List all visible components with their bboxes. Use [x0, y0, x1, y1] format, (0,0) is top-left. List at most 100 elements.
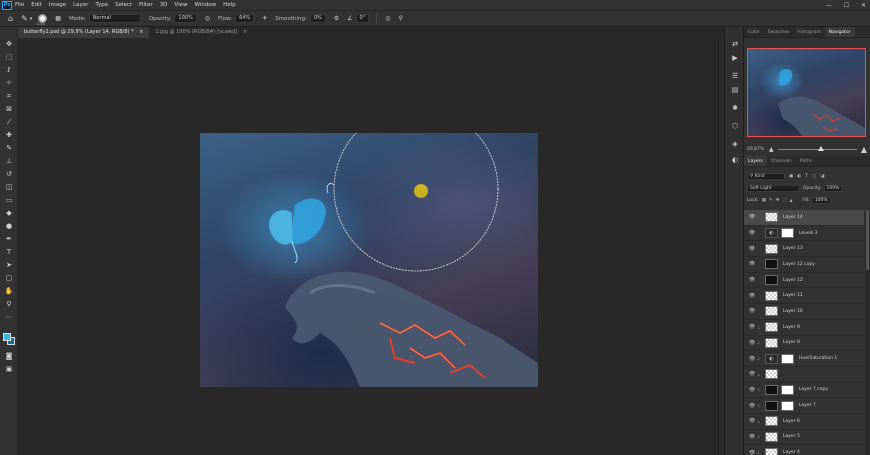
menu-layer[interactable]: Layer — [73, 2, 88, 8]
chevron-down-icon[interactable]: ▾ — [30, 16, 33, 22]
tab-swatches[interactable]: Swatches — [764, 27, 794, 37]
layer-row[interactable]: 👁︎ Layer 10 — [744, 304, 864, 320]
marquee-tool-icon[interactable]: ⬚ — [3, 52, 15, 62]
layer-opacity-input[interactable]: 100% — [823, 185, 843, 192]
layer-mask-thumbnail[interactable] — [781, 353, 794, 364]
menu-help[interactable]: Help — [223, 2, 236, 8]
visibility-eye-icon[interactable]: 👁︎ — [747, 308, 757, 314]
layer-mask-thumbnail[interactable] — [781, 384, 794, 395]
healing-brush-tool-icon[interactable]: ✚ — [3, 130, 15, 140]
layer-thumbnail[interactable] — [765, 337, 778, 348]
layers-scrollbar-thumb[interactable] — [866, 210, 869, 270]
layer-thumbnail[interactable] — [765, 243, 778, 254]
airbrush-icon[interactable]: ✈ — [262, 15, 267, 22]
layer-mask-thumbnail[interactable] — [781, 400, 794, 411]
visibility-eye-icon[interactable]: 👁︎ — [747, 340, 757, 346]
filter-type-icon[interactable]: T — [805, 174, 808, 179]
opacity-input[interactable]: 100% — [174, 14, 197, 23]
layer-row[interactable]: 👁︎ ↓ Layer 6 — [744, 414, 864, 430]
layer-row[interactable]: 👁︎ Layer 11 — [744, 288, 864, 305]
menu-type[interactable]: Type — [95, 2, 108, 8]
layer-name[interactable]: Layer 14 — [783, 215, 803, 220]
cube-icon[interactable]: ⬡ — [730, 121, 740, 131]
layer-thumbnail[interactable] — [765, 384, 778, 395]
layer-name[interactable]: Layer 12 — [783, 278, 803, 283]
pen-tool-icon[interactable]: ✒ — [3, 234, 15, 244]
layer-row[interactable]: 👁︎ ↓ Layer 8 — [744, 336, 864, 352]
visibility-eye-icon[interactable]: 👁︎ — [747, 214, 757, 220]
close-button[interactable]: ✕ — [861, 2, 866, 9]
visibility-eye-icon[interactable]: 👁︎ — [747, 387, 757, 393]
layer-row[interactable]: 👁︎ ↓ Layer 7 — [744, 398, 864, 414]
maximize-button[interactable]: ☐ — [844, 2, 849, 9]
menu-view[interactable]: View — [174, 2, 187, 8]
menu-edit[interactable]: Edit — [31, 2, 42, 8]
lock-transparent-icon[interactable]: ▦ — [762, 198, 766, 203]
visibility-eye-icon[interactable]: 👁︎ — [747, 356, 757, 362]
layer-thumbnail[interactable] — [765, 431, 778, 442]
layer-row[interactable]: 👁︎ ↓ Layer 7 copy — [744, 383, 864, 399]
pressure-size-icon[interactable]: ◎ — [385, 15, 390, 22]
filter-smart-icon[interactable]: ◪ — [820, 174, 824, 179]
layer-name[interactable]: Hue/Saturation 1 — [799, 356, 837, 361]
filter-pixel-icon[interactable]: ▣ — [789, 174, 793, 179]
more-tools-icon[interactable]: ⋯ — [3, 312, 15, 322]
layer-name[interactable]: Layer 4 — [783, 450, 800, 455]
minimize-button[interactable]: — — [826, 2, 832, 9]
layer-thumbnail[interactable] — [765, 275, 778, 286]
tab-paths[interactable]: Paths — [796, 156, 816, 166]
layer-name[interactable]: Layer 13 — [783, 246, 803, 251]
tab-navigator[interactable]: Navigator — [824, 27, 855, 37]
brush-tool-icon[interactable]: ✎ — [21, 14, 28, 23]
layer-thumbnail[interactable] — [765, 447, 778, 455]
layer-row[interactable]: 👁︎ ↓ — [744, 367, 864, 383]
layer-row[interactable]: 👁︎ Layer 12 copy — [744, 257, 864, 273]
layer-name[interactable]: Levels 3 — [799, 231, 818, 236]
filter-adjustment-icon[interactable]: ◐ — [797, 174, 801, 179]
clone-stamp-tool-icon[interactable]: ⊥ — [3, 156, 15, 166]
gradient-tool-icon[interactable]: ▭ — [3, 195, 15, 205]
visibility-eye-icon[interactable]: 👁︎ — [747, 371, 757, 377]
hand-tool-icon[interactable]: ✋ — [3, 286, 15, 296]
layer-name[interactable]: Layer 11 — [783, 293, 803, 298]
visibility-eye-icon[interactable]: 👁︎ — [747, 246, 757, 252]
visibility-eye-icon[interactable]: 👁︎ — [747, 418, 757, 424]
tab-channels[interactable]: Channels — [767, 156, 796, 166]
quick-select-tool-icon[interactable]: ✧ — [3, 78, 15, 88]
layer-thumbnail[interactable] — [765, 259, 778, 270]
layer-name[interactable]: Layer 6 — [783, 419, 800, 424]
eraser-tool-icon[interactable]: ◫ — [3, 182, 15, 192]
layer-thumbnail[interactable] — [765, 306, 778, 317]
menu-window[interactable]: Window — [194, 2, 216, 8]
screen-mode-icon[interactable]: ▣ — [3, 364, 15, 374]
menu-select[interactable]: Select — [115, 2, 132, 8]
angle-input[interactable]: 0° — [355, 14, 370, 23]
layer-name[interactable]: Layer 7 copy — [799, 387, 828, 392]
visibility-eye-icon[interactable]: 👁︎ — [747, 261, 757, 267]
move-tool-icon[interactable]: ✥ — [3, 39, 15, 49]
layer-row[interactable]: 👁︎ ↓ ◐ Hue/Saturation 1 — [744, 351, 864, 367]
angle-icon[interactable]: ∠ — [347, 15, 352, 22]
blur-tool-icon[interactable]: ◆ — [3, 208, 15, 218]
menu-file[interactable]: File — [15, 2, 24, 8]
layer-kind-filter[interactable]: ⚲ Kind — [747, 173, 785, 180]
foreground-color-swatch[interactable] — [3, 333, 11, 341]
lock-move-icon[interactable]: ✥ — [776, 198, 780, 203]
adjustments-icon[interactable]: ▤ — [730, 85, 740, 95]
navigator-preview[interactable] — [747, 48, 866, 137]
layer-name[interactable]: Layer 5 — [783, 434, 800, 439]
brush-settings-icon[interactable]: ✱ — [730, 103, 740, 113]
visibility-eye-icon[interactable]: 👁︎ — [747, 277, 757, 283]
menu-image[interactable]: Image — [49, 2, 66, 8]
dodge-tool-icon[interactable]: ● — [3, 221, 15, 231]
document-canvas[interactable] — [200, 133, 538, 387]
fill-input[interactable]: 100% — [811, 197, 831, 204]
visibility-eye-icon[interactable]: 👁︎ — [747, 324, 757, 330]
visibility-eye-icon[interactable]: 👁︎ — [747, 434, 757, 440]
home-icon[interactable]: ⌂ — [8, 14, 13, 23]
filter-shape-icon[interactable]: ▢ — [812, 174, 816, 179]
zoom-tool-icon[interactable]: ⚲ — [3, 299, 15, 309]
gear-icon[interactable]: ⚙ — [334, 15, 339, 22]
layer-thumbnail[interactable] — [765, 369, 778, 380]
quick-mask-icon[interactable]: ◙ — [3, 351, 15, 361]
